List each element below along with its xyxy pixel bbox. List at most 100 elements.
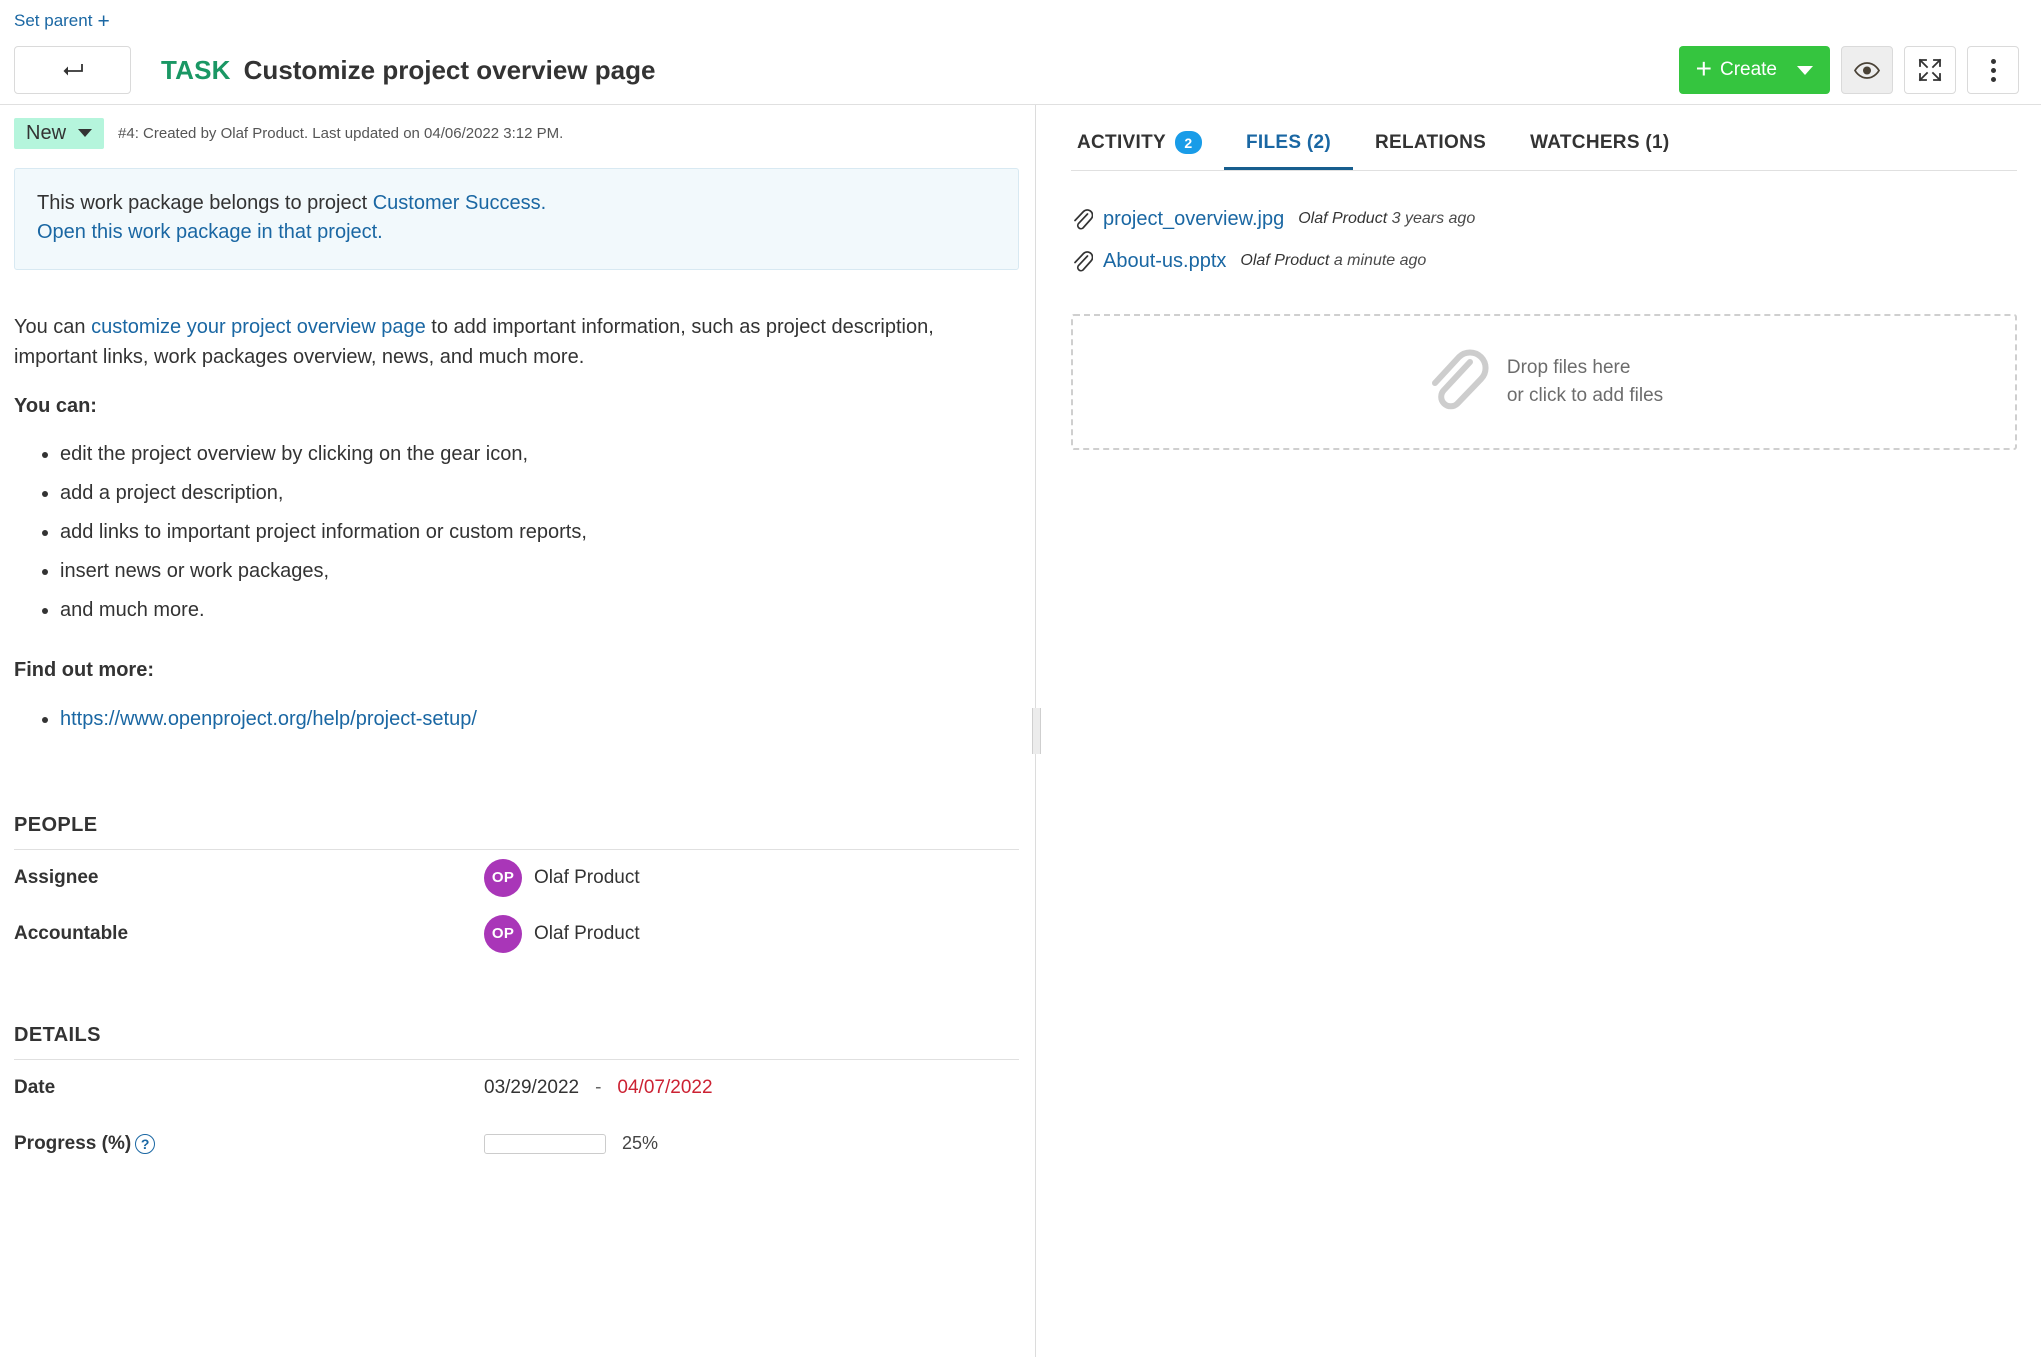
people-section-heading: PEOPLE [14, 814, 1019, 850]
assignee-value[interactable]: OP Olaf Product [484, 859, 1019, 897]
back-arrow-icon [62, 63, 84, 77]
tab-files-label: Files (2) [1246, 132, 1331, 154]
more-menu-button[interactable] [1967, 46, 2019, 94]
set-parent-link[interactable]: Set parent + [14, 10, 110, 31]
dropzone-text: Drop files here or click to add files [1507, 354, 1663, 411]
assignee-name[interactable]: Olaf Product [534, 867, 640, 889]
work-package-type[interactable]: TASK [161, 55, 231, 86]
attachment-list: project_overview.jpg Olaf Product 3 year… [1071, 171, 2017, 282]
status-row: New #4: Created by Olaf Product. Last up… [14, 105, 1019, 159]
paperclip-icon [1071, 249, 1093, 273]
tab-activity-label: Activity [1077, 132, 1166, 154]
banner-line-2: Open this work package in that project. [37, 218, 996, 247]
list-item[interactable]: project_overview.jpg Olaf Product 3 year… [1071, 198, 2017, 240]
progress-value[interactable]: 25% [484, 1133, 1019, 1154]
eye-icon [1854, 62, 1880, 79]
help-icon[interactable]: ? [135, 1134, 155, 1154]
attachment-name[interactable]: About-us.pptx [1103, 250, 1226, 273]
find-out-more-text: Find out more: [14, 659, 154, 681]
help-url-link[interactable]: https://www.openproject.org/help/project… [60, 708, 477, 730]
date-separator: - [591, 1077, 605, 1099]
description-intro: You can customize your project overview … [14, 312, 999, 373]
accountable-label: Accountable [14, 923, 484, 945]
work-package-right-pane: Activity 2 Files (2) Relations Watchers … [1047, 105, 2041, 1357]
work-package-left-pane: New #4: Created by Olaf Product. Last up… [0, 105, 1035, 1357]
tab-relations[interactable]: Relations [1353, 132, 1508, 170]
detail-tabs: Activity 2 Files (2) Relations Watchers … [1071, 105, 2017, 171]
tab-relations-label: Relations [1375, 132, 1486, 154]
dropzone-line-1: Drop files here [1507, 354, 1663, 383]
status-badge[interactable]: New [14, 118, 104, 149]
description-body[interactable]: You can customize your project overview … [14, 312, 999, 734]
create-button-label: Create [1720, 59, 1777, 81]
banner-line-1: This work package belongs to project Cus… [37, 189, 996, 218]
activity-count-badge: 2 [1175, 131, 1202, 154]
you-can-heading: You can: [14, 391, 999, 421]
back-button[interactable] [14, 46, 131, 94]
paperclip-icon [1425, 345, 1489, 419]
pane-splitter[interactable] [1035, 105, 1047, 1357]
plus-icon: + [97, 11, 109, 32]
start-date: 03/29/2022 [484, 1077, 579, 1099]
paperclip-icon [1071, 207, 1093, 231]
reference-link-list: https://www.openproject.org/help/project… [38, 704, 999, 734]
customize-overview-link[interactable]: customize your project overview page [91, 316, 426, 338]
attachment-time: a minute ago [1334, 252, 1427, 269]
progress-row: Progress (%) ? 25% [14, 1116, 1019, 1172]
avatar[interactable]: OP [484, 915, 522, 953]
date-value[interactable]: 03/29/2022 - 04/07/2022 [484, 1077, 1019, 1099]
accountable-value[interactable]: OP Olaf Product [484, 915, 1019, 953]
project-info-banner: This work package belongs to project Cus… [14, 168, 1019, 270]
date-row: Date 03/29/2022 - 04/07/2022 [14, 1060, 1019, 1116]
tab-watchers[interactable]: Watchers (1) [1508, 132, 1691, 170]
progress-label: Progress (%) ? [14, 1133, 484, 1155]
details-section-heading: DETAILS [14, 1024, 1019, 1060]
fullscreen-icon [1918, 58, 1942, 82]
intro-prefix: You can [14, 316, 91, 338]
work-package-header: TASK Customize project overview page + C… [0, 36, 2041, 104]
dropzone-line-2: or click to add files [1507, 382, 1663, 411]
progress-track [484, 1134, 606, 1154]
chevron-down-icon [1797, 66, 1813, 75]
tab-files[interactable]: Files (2) [1224, 132, 1353, 170]
attachment-author: Olaf Product [1240, 252, 1329, 269]
accountable-row: Accountable OP Olaf Product [14, 906, 1019, 962]
page-title[interactable]: Customize project overview page [244, 55, 656, 86]
open-in-project-link[interactable]: Open this work package in that project. [37, 221, 383, 243]
project-link[interactable]: Customer Success. [373, 192, 546, 214]
watch-button[interactable] [1841, 46, 1893, 94]
progress-bar[interactable]: 25% [484, 1133, 658, 1154]
body-split: New #4: Created by Olaf Product. Last up… [0, 105, 2041, 1357]
title-wrap: TASK Customize project overview page [161, 55, 1679, 86]
attachment-meta: Olaf Product 3 years ago [1298, 210, 1475, 228]
splitter-drag-handle[interactable] [1032, 708, 1041, 754]
set-parent-label: Set parent [14, 11, 92, 31]
kebab-menu-icon [1991, 59, 1996, 82]
work-package-meta: #4: Created by Olaf Product. Last update… [118, 125, 563, 142]
fullscreen-button[interactable] [1904, 46, 1956, 94]
avatar[interactable]: OP [484, 859, 522, 897]
find-out-more-heading: Find out more: [14, 655, 999, 685]
attachment-name[interactable]: project_overview.jpg [1103, 208, 1284, 231]
tab-watchers-label: Watchers (1) [1530, 132, 1669, 154]
progress-label-text: Progress (%) [14, 1133, 131, 1155]
header-actions: + Create [1679, 46, 2019, 94]
accountable-name[interactable]: Olaf Product [534, 923, 640, 945]
list-item: add links to important project informati… [60, 517, 999, 547]
capability-list: edit the project overview by clicking on… [38, 439, 999, 625]
finish-date: 04/07/2022 [617, 1077, 712, 1099]
set-parent-row: Set parent + [0, 0, 2041, 36]
list-item: and much more. [60, 595, 999, 625]
attachment-author: Olaf Product [1298, 210, 1387, 227]
banner-prefix: This work package belongs to project [37, 192, 373, 214]
status-label: New [26, 123, 66, 143]
attachment-meta: Olaf Product a minute ago [1240, 252, 1426, 270]
create-button[interactable]: + Create [1679, 46, 1830, 94]
list-item: add a project description, [60, 478, 999, 508]
date-label: Date [14, 1077, 484, 1099]
list-item[interactable]: About-us.pptx Olaf Product a minute ago [1071, 240, 2017, 282]
file-dropzone[interactable]: Drop files here or click to add files [1071, 314, 2017, 450]
tab-activity[interactable]: Activity 2 [1071, 131, 1224, 170]
plus-icon: + [1696, 55, 1712, 83]
assignee-row: Assignee OP Olaf Product [14, 850, 1019, 906]
